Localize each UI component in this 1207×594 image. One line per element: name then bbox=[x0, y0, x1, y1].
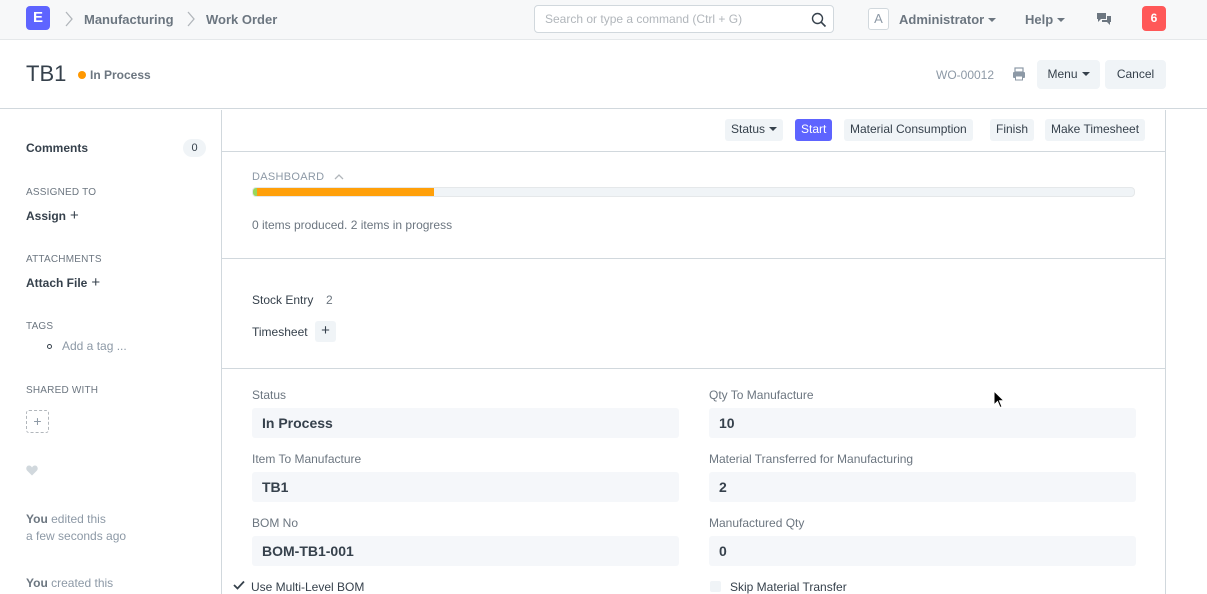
chevron-down-icon bbox=[988, 17, 997, 22]
chevron-down-icon bbox=[769, 126, 778, 131]
page-head: TB1 In Process WO-00012 Menu Cancel bbox=[0, 41, 1207, 109]
form-sidebar: Comments 0 ASSIGNED TO Assign + ATTACHMEN… bbox=[0, 110, 221, 594]
user-menu[interactable]: Administrator bbox=[899, 12, 997, 27]
qty-to-manufacture-label: Qty To Manufacture bbox=[709, 388, 814, 402]
material-transferred-label: Material Transferred for Manufacturing bbox=[709, 452, 914, 466]
progress-in-progress bbox=[257, 188, 434, 196]
status-button-label: Status bbox=[731, 122, 766, 136]
activity-action: edited this bbox=[51, 512, 106, 526]
heart-icon[interactable] bbox=[26, 465, 38, 476]
timesheet-link[interactable]: Timesheet bbox=[252, 325, 308, 339]
stock-entry-count: 2 bbox=[326, 293, 333, 307]
user-menu-label: Administrator bbox=[899, 12, 985, 27]
assigned-to-label: ASSIGNED TO bbox=[26, 187, 97, 198]
menu-button[interactable]: Menu bbox=[1037, 60, 1100, 89]
add-share-button[interactable]: + bbox=[26, 410, 49, 433]
search-icon[interactable] bbox=[811, 12, 827, 28]
material-transferred-field[interactable]: 2 bbox=[709, 472, 1136, 502]
start-button[interactable]: Start bbox=[795, 119, 833, 141]
breadcrumb-work-order[interactable]: Work Order bbox=[206, 12, 277, 27]
help-menu[interactable]: Help bbox=[1025, 12, 1066, 27]
user-avatar[interactable]: A bbox=[868, 8, 889, 30]
material-consumption-button[interactable]: Material Consumption bbox=[844, 119, 973, 141]
assign-label: Assign bbox=[26, 209, 67, 223]
comments-link[interactable]: Comments bbox=[26, 141, 88, 155]
tags-label: TAGS bbox=[26, 321, 54, 332]
dashboard-message: 0 items produced. 2 items in progress bbox=[252, 218, 453, 232]
qty-to-manufacture-field[interactable]: 10 bbox=[709, 408, 1136, 438]
status-field[interactable]: In Process bbox=[252, 408, 679, 438]
status-indicator-dot bbox=[78, 71, 86, 79]
skip-material-transfer-label[interactable]: Skip Material Transfer bbox=[730, 580, 847, 594]
notification-badge[interactable]: 6 bbox=[1142, 6, 1166, 31]
cancel-button[interactable]: Cancel bbox=[1105, 60, 1166, 89]
assign-button[interactable]: Assign + bbox=[26, 207, 79, 224]
activity-action: created this bbox=[51, 576, 114, 590]
attach-file-button[interactable]: Attach File + bbox=[26, 274, 100, 291]
form-main: Status Start Material Consumption Finish… bbox=[221, 110, 1166, 594]
progress-bar bbox=[252, 187, 1135, 197]
dashboard-label[interactable]: DASHBOARD bbox=[252, 171, 324, 183]
use-multi-level-bom-label[interactable]: Use Multi-Level BOM bbox=[251, 580, 364, 594]
item-to-manufacture-label: Item To Manufacture bbox=[252, 452, 362, 466]
bom-no-label: BOM No bbox=[252, 516, 299, 530]
search-bar[interactable] bbox=[534, 5, 834, 33]
activity-user: You bbox=[26, 576, 48, 590]
skip-material-transfer-checkbox[interactable] bbox=[710, 581, 721, 592]
add-tag-input[interactable]: Add a tag ... bbox=[62, 339, 127, 353]
finish-button[interactable]: Finish bbox=[990, 119, 1035, 141]
document-name: WO-00012 bbox=[936, 68, 995, 82]
manufactured-qty-field[interactable]: 0 bbox=[709, 536, 1136, 566]
plus-icon: + bbox=[33, 413, 42, 429]
make-timesheet-button[interactable]: Make Timesheet bbox=[1045, 119, 1146, 141]
search-input[interactable] bbox=[545, 12, 805, 26]
plus-icon: + bbox=[91, 274, 101, 291]
chat-icon[interactable] bbox=[1096, 12, 1112, 28]
chevron-up-icon[interactable] bbox=[334, 173, 344, 181]
item-to-manufacture-field[interactable]: TB1 bbox=[252, 472, 679, 502]
activity-time: a few seconds ago bbox=[26, 529, 127, 543]
status-dropdown-button[interactable]: Status bbox=[725, 119, 784, 141]
breadcrumb-chevron-icon bbox=[65, 11, 73, 27]
stock-entry-link[interactable]: Stock Entry bbox=[252, 293, 313, 307]
activity-item: You created this bbox=[26, 576, 113, 590]
activity-user: You bbox=[26, 512, 48, 526]
bom-no-field[interactable]: BOM-TB1-001 bbox=[252, 536, 679, 566]
divider bbox=[222, 258, 1165, 259]
page-title: TB1 bbox=[26, 61, 67, 86]
shared-with-label: SHARED WITH bbox=[26, 385, 99, 396]
attachments-label: ATTACHMENTS bbox=[26, 254, 102, 265]
mouse-cursor-icon bbox=[993, 390, 1005, 409]
add-timesheet-button[interactable]: + bbox=[315, 321, 336, 342]
breadcrumb-chevron-icon bbox=[187, 11, 195, 27]
checkmark-icon[interactable] bbox=[233, 580, 245, 590]
tag-bullet-icon bbox=[47, 344, 52, 349]
attach-file-label: Attach File bbox=[26, 276, 88, 290]
comments-count-badge: 0 bbox=[183, 139, 206, 157]
divider bbox=[222, 368, 1165, 369]
print-icon[interactable] bbox=[1012, 67, 1026, 81]
chevron-down-icon bbox=[1057, 17, 1066, 22]
app-logo[interactable]: E bbox=[26, 6, 50, 30]
navbar: E Manufacturing Work Order A Administrat… bbox=[0, 0, 1207, 40]
divider bbox=[222, 151, 1165, 152]
status-field-label: Status bbox=[252, 388, 287, 402]
plus-icon: + bbox=[70, 207, 79, 224]
plus-icon: + bbox=[321, 322, 330, 339]
manufactured-qty-label: Manufactured Qty bbox=[709, 516, 805, 530]
activity-item: You edited this bbox=[26, 512, 106, 526]
menu-button-label: Menu bbox=[1047, 67, 1078, 81]
chevron-down-icon bbox=[1081, 71, 1090, 76]
breadcrumb-manufacturing[interactable]: Manufacturing bbox=[84, 12, 174, 27]
status-indicator: In Process bbox=[90, 68, 151, 82]
help-menu-label: Help bbox=[1025, 12, 1054, 27]
